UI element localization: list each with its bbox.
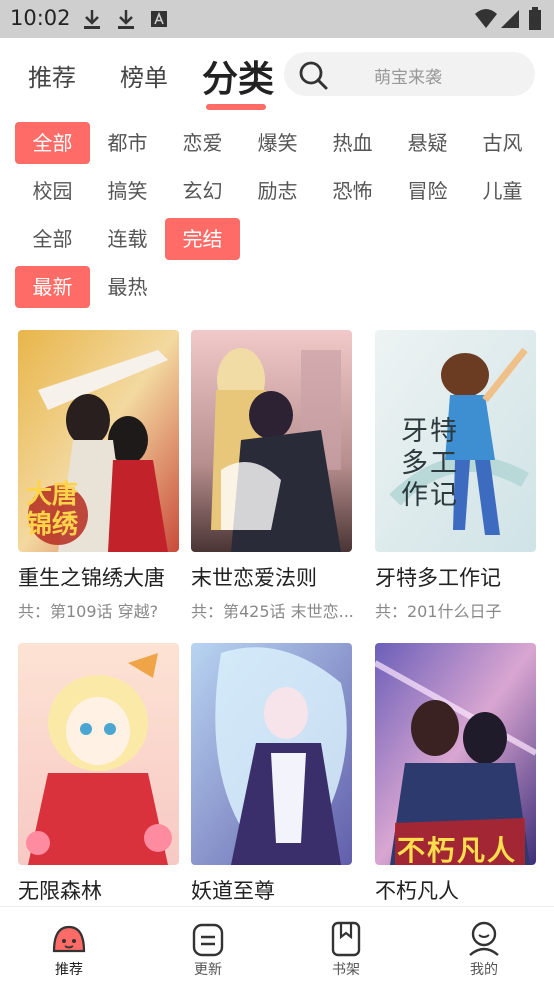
- active-tab-indicator: [206, 104, 266, 110]
- cover-title-art: 不朽凡人: [397, 834, 518, 865]
- search-box[interactable]: 萌宝来袭: [284, 52, 535, 96]
- bookmark-icon: [331, 921, 361, 957]
- genre-chip[interactable]: 搞笑: [90, 170, 165, 212]
- nav-updates-label: 更新: [194, 962, 222, 978]
- tab-recommend[interactable]: 推荐: [28, 58, 76, 93]
- genre-chip[interactable]: 校园: [15, 170, 90, 212]
- status-chip-completed[interactable]: 完结: [165, 218, 240, 260]
- nav-bookshelf-label: 书架: [332, 962, 360, 978]
- genre-chip[interactable]: 儿童: [465, 170, 540, 212]
- genre-chip[interactable]: 爆笑: [240, 122, 315, 164]
- tab-ranking[interactable]: 榜单: [120, 58, 168, 93]
- book-subtitle: 共：第425话 末世恋...: [191, 602, 354, 621]
- book-cover[interactable]: [191, 330, 352, 552]
- book-subtitle: 共：第109话 穿越?: [18, 602, 159, 621]
- book-cover[interactable]: 不朽凡人: [375, 643, 536, 865]
- face-icon: [52, 925, 86, 953]
- user-icon: [469, 921, 499, 956]
- cover-title-art: 牙特多工作记: [401, 416, 459, 511]
- download-icon: [84, 10, 100, 29]
- book-title[interactable]: 不朽凡人: [375, 875, 545, 905]
- status-chip-serializing[interactable]: 连载: [90, 218, 165, 260]
- bottom-nav: 推荐 更新 书架 我的: [0, 906, 554, 985]
- book-cover[interactable]: [18, 643, 179, 865]
- status-bar: 10:02: [0, 0, 554, 38]
- cover-art: [18, 643, 179, 865]
- book-cover[interactable]: 大唐锦绣: [18, 330, 179, 552]
- tab-category[interactable]: 分类: [202, 50, 274, 102]
- book-cover[interactable]: [191, 643, 352, 865]
- book-subtitle: 共：201什么日子: [375, 602, 502, 621]
- genre-chip[interactable]: 都市: [90, 122, 165, 164]
- wifi-icon: [475, 9, 497, 28]
- genre-chip-all[interactable]: 全部: [15, 122, 90, 164]
- top-nav: 推荐 榜单 分类 萌宝来袭: [0, 38, 554, 114]
- cover-art: [191, 643, 352, 865]
- book-title[interactable]: 妖道至尊: [191, 875, 361, 905]
- keyboard-icon: [151, 11, 167, 27]
- search-placeholder[interactable]: 萌宝来袭: [374, 63, 442, 88]
- genre-chip[interactable]: 玄幻: [165, 170, 240, 212]
- book-title[interactable]: 无限森林: [18, 875, 188, 905]
- cover-art: [191, 330, 352, 552]
- book-cover[interactable]: 牙特多工作记: [375, 330, 536, 552]
- battery-icon: [529, 7, 541, 30]
- genre-chip[interactable]: 热血: [315, 122, 390, 164]
- search-icon[interactable]: [298, 60, 328, 90]
- nav-mine-label: 我的: [470, 962, 498, 978]
- book-title[interactable]: 末世恋爱法则: [191, 562, 361, 592]
- nav-recommend-label: 推荐: [55, 962, 83, 978]
- sort-chip-hottest[interactable]: 最热: [90, 266, 165, 308]
- status-chip-all[interactable]: 全部: [15, 218, 90, 260]
- status-time: 10:02: [10, 6, 71, 30]
- genre-chip[interactable]: 恐怖: [315, 170, 390, 212]
- genre-chip[interactable]: 恋爱: [165, 122, 240, 164]
- genre-chip[interactable]: 古风: [465, 122, 540, 164]
- genre-chip[interactable]: 悬疑: [390, 122, 465, 164]
- signal-icon: [501, 10, 519, 28]
- list-icon: [192, 923, 224, 957]
- download-icon: [118, 10, 134, 29]
- genre-chip[interactable]: 冒险: [390, 170, 465, 212]
- sort-chip-newest[interactable]: 最新: [15, 266, 90, 308]
- cover-title-art: 大唐锦绣: [26, 480, 79, 540]
- book-title[interactable]: 牙特多工作记: [375, 562, 545, 592]
- genre-chip[interactable]: 励志: [240, 170, 315, 212]
- book-title[interactable]: 重生之锦绣大唐: [18, 562, 188, 592]
